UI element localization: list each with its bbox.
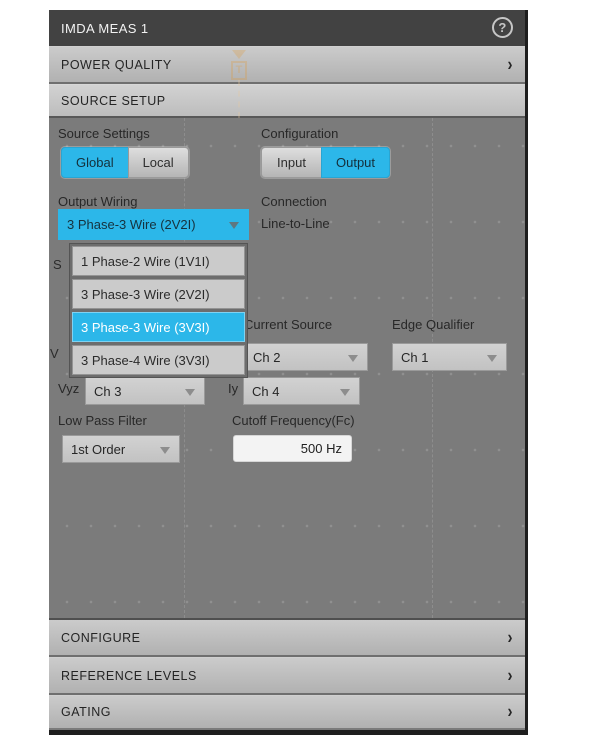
output-button[interactable]: Output (321, 147, 390, 178)
option-3phase-3wire-3v3i[interactable]: 3 Phase-3 Wire (3V3I) (72, 312, 245, 342)
source-setup-content: Source Settings Global Local Configurati… (49, 118, 525, 618)
section-power-quality[interactable]: POWER QUALITY › (49, 46, 525, 84)
output-wiring-label: Output Wiring (58, 194, 137, 209)
dropdown-arrow-icon (160, 447, 170, 454)
vyz-label: Vyz (58, 381, 79, 396)
iy-label: Iy (228, 381, 238, 396)
low-pass-filter-label: Low Pass Filter (58, 413, 147, 428)
chevron-right-icon: › (508, 701, 514, 722)
dropdown-arrow-icon (185, 389, 195, 396)
edge-qualifier-dropdown[interactable]: Ch 1 (392, 343, 507, 371)
source-settings-toggle: Global Local (61, 147, 189, 178)
option-3phase-4wire[interactable]: 3 Phase-4 Wire (3V3I) (72, 345, 245, 375)
cutoff-frequency-value: 500 Hz (301, 441, 342, 456)
dropdown-arrow-icon (229, 222, 239, 229)
configuration-toggle: Input Output (261, 147, 390, 178)
connection-value: Line-to-Line (261, 216, 330, 231)
option-1phase-2wire[interactable]: 1 Phase-2 Wire (1V1I) (72, 246, 245, 276)
vxy-label-fragment: V (50, 346, 59, 361)
low-pass-filter-dropdown[interactable]: 1st Order (62, 435, 180, 463)
panel-title: IMDA MEAS 1 (61, 21, 148, 36)
section-gating-label: GATING (61, 705, 111, 719)
low-pass-filter-value: 1st Order (71, 442, 125, 457)
panel-titlebar: IMDA MEAS 1 ? (49, 10, 525, 46)
global-button[interactable]: Global (61, 147, 128, 178)
section-gating[interactable]: GATING › (49, 695, 525, 728)
section-reference-levels[interactable]: REFERENCE LEVELS › (49, 657, 525, 695)
edge-qualifier-label: Edge Qualifier (392, 317, 474, 332)
iy-value: Ch 4 (252, 384, 279, 399)
section-configure-label: CONFIGURE (61, 631, 141, 645)
output-wiring-value: 3 Phase-3 Wire (2V2I) (67, 217, 196, 232)
dropdown-arrow-icon (487, 355, 497, 362)
section-source-setup-label: SOURCE SETUP (61, 94, 166, 108)
dropdown-arrow-icon (348, 355, 358, 362)
output-wiring-options-list: 1 Phase-2 Wire (1V1I) 3 Phase-3 Wire (2V… (69, 243, 248, 378)
edge-qualifier-value: Ch 1 (401, 350, 428, 365)
configuration-label: Configuration (261, 126, 338, 141)
iy-dropdown[interactable]: Ch 4 (243, 377, 360, 405)
section-source-setup[interactable]: SOURCE SETUP (49, 84, 525, 118)
source-settings-label: Source Settings (58, 126, 150, 141)
chevron-right-icon: › (508, 665, 514, 686)
ix-dropdown[interactable]: Ch 2 (244, 343, 368, 371)
vyz-value: Ch 3 (94, 384, 121, 399)
connection-label: Connection (261, 194, 327, 209)
input-button[interactable]: Input (261, 147, 321, 178)
imda-meas-panel: IMDA MEAS 1 ? T POWER QUALITY › SOURCE S… (49, 10, 528, 735)
current-source-label: Current Source (244, 317, 332, 332)
cutoff-frequency-input[interactable]: 500 Hz (233, 435, 352, 462)
cutoff-frequency-label: Cutoff Frequency(Fc) (232, 413, 355, 428)
section-power-quality-label: POWER QUALITY (61, 58, 172, 72)
chevron-right-icon: › (508, 627, 514, 648)
chevron-right-icon: › (508, 54, 514, 75)
dropdown-arrow-icon (340, 389, 350, 396)
option-3phase-3wire-2v2i[interactable]: 3 Phase-3 Wire (2V2I) (72, 279, 245, 309)
section-configure[interactable]: CONFIGURE › (49, 618, 525, 657)
ix-value: Ch 2 (253, 350, 280, 365)
local-button[interactable]: Local (128, 147, 189, 178)
sync-source-label-fragment: S (53, 257, 62, 272)
section-reference-levels-label: REFERENCE LEVELS (61, 669, 197, 683)
vyz-dropdown[interactable]: Ch 3 (85, 377, 205, 405)
output-wiring-dropdown[interactable]: 3 Phase-3 Wire (2V2I) (58, 209, 249, 240)
help-icon[interactable]: ? (492, 17, 513, 38)
